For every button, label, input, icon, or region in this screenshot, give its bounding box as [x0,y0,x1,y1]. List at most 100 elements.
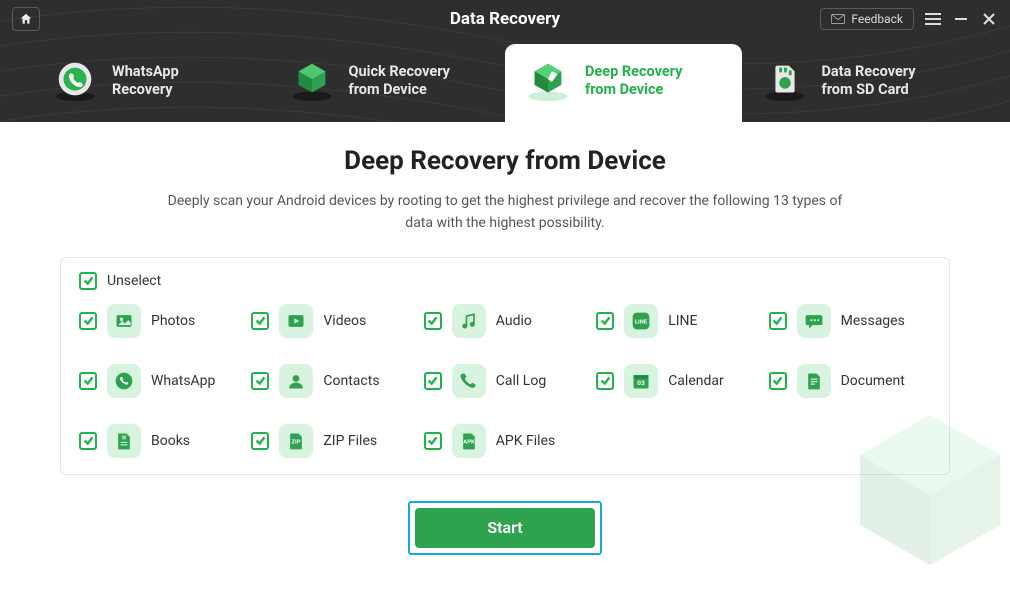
data-type-grid: Photos Videos Audio LINE LINE Messages [79,304,931,458]
select-all-checkbox[interactable] [79,272,97,290]
item-label: Document [841,373,905,389]
check-icon [83,315,94,326]
checkbox[interactable] [424,312,442,330]
item-calllog[interactable]: Call Log [424,364,586,398]
item-label: Audio [496,313,532,329]
tab-label: Recovery [112,81,179,99]
menu-button[interactable] [924,10,942,28]
page-description: Deeply scan your Android devices by root… [155,190,855,235]
start-button[interactable]: Start [415,508,595,548]
check-icon [427,375,438,386]
checkbox[interactable] [596,312,614,330]
check-icon [255,315,266,326]
item-videos[interactable]: Videos [251,304,413,338]
minimize-icon [954,12,968,26]
svg-text:ZIP: ZIP [292,439,301,445]
item-photos[interactable]: Photos [79,304,241,338]
books-icon: W [107,424,141,458]
item-label: Books [151,433,190,449]
item-label: Messages [841,313,905,329]
item-label: APK Files [496,433,555,449]
check-icon [600,315,611,326]
data-type-panel: Unselect Photos Videos Audio LINE [60,257,950,475]
check-icon [83,275,94,286]
check-icon [427,315,438,326]
item-audio[interactable]: Audio [424,304,586,338]
tab-label: from SD Card [822,81,916,99]
home-button[interactable] [12,7,40,31]
hamburger-icon [925,12,941,26]
feedback-button[interactable]: Feedback [820,8,914,30]
photos-icon [107,304,141,338]
item-whatsapp[interactable]: WhatsApp [79,364,241,398]
checkbox[interactable] [251,372,269,390]
check-icon [600,375,611,386]
item-books[interactable]: W Books [79,424,241,458]
item-label: Photos [151,313,195,329]
quick-tab-icon [289,58,335,104]
svg-text:03: 03 [637,379,645,387]
item-contacts[interactable]: Contacts [251,364,413,398]
checkbox[interactable] [79,372,97,390]
whatsapp-icon [107,364,141,398]
tab-label: WhatsApp [112,63,179,81]
checkbox[interactable] [424,372,442,390]
start-button-focus-ring: Start [408,501,602,555]
checkbox[interactable] [79,432,97,450]
svg-text:APK: APK [463,439,475,445]
messages-icon [797,304,831,338]
checkbox[interactable] [251,432,269,450]
item-label: Calendar [668,373,724,389]
item-messages[interactable]: Messages [769,304,931,338]
tab-label: Quick Recovery [349,63,450,81]
check-icon [255,435,266,446]
tab-label: from Device [585,81,682,99]
item-zip[interactable]: ZIP ZIP Files [251,424,413,458]
app-header: Data Recovery Feedback WhatsApp [0,0,1010,122]
check-icon [255,375,266,386]
select-all-label: Unselect [107,273,161,289]
check-icon [772,375,783,386]
calendar-icon: 03 [624,364,658,398]
checkbox[interactable] [79,312,97,330]
check-icon [83,435,94,446]
contacts-icon [279,364,313,398]
checkbox[interactable] [596,372,614,390]
zip-icon: ZIP [279,424,313,458]
check-icon [83,375,94,386]
item-apk[interactable]: APK APK Files [424,424,586,458]
item-label: LINE [668,313,697,329]
home-icon [19,12,33,26]
tab-sd-recovery[interactable]: Data Recovery from SD Card [742,44,979,122]
app-title: Data Recovery [450,9,560,29]
tab-deep-recovery[interactable]: Deep Recovery from Device [505,44,742,122]
item-calendar[interactable]: 03 Calendar [596,364,758,398]
item-label: ZIP Files [323,433,377,449]
deep-tab-icon [525,58,571,104]
minimize-button[interactable] [952,10,970,28]
checkbox[interactable] [769,372,787,390]
checkbox[interactable] [251,312,269,330]
calllog-icon [452,364,486,398]
item-document[interactable]: Document [769,364,931,398]
tab-whatsapp-recovery[interactable]: WhatsApp Recovery [32,44,269,122]
tab-bar: WhatsApp Recovery Quick Recovery from De… [0,38,1010,122]
tab-quick-recovery[interactable]: Quick Recovery from Device [269,44,506,122]
checkbox[interactable] [769,312,787,330]
page-title: Deep Recovery from Device [60,146,950,176]
feedback-label: Feedback [851,12,903,26]
close-button[interactable] [980,10,998,28]
whatsapp-tab-icon [52,58,98,104]
svg-text:LINE: LINE [635,319,648,325]
close-icon [982,12,996,26]
tab-label: Deep Recovery [585,63,682,81]
check-icon [772,315,783,326]
item-label: Videos [323,313,366,329]
tab-label: Data Recovery [822,63,916,81]
item-label: Contacts [323,373,379,389]
checkbox[interactable] [424,432,442,450]
item-line[interactable]: LINE LINE [596,304,758,338]
tab-label: from Device [349,81,450,99]
mail-icon [831,13,845,25]
svg-text:W: W [122,435,127,441]
